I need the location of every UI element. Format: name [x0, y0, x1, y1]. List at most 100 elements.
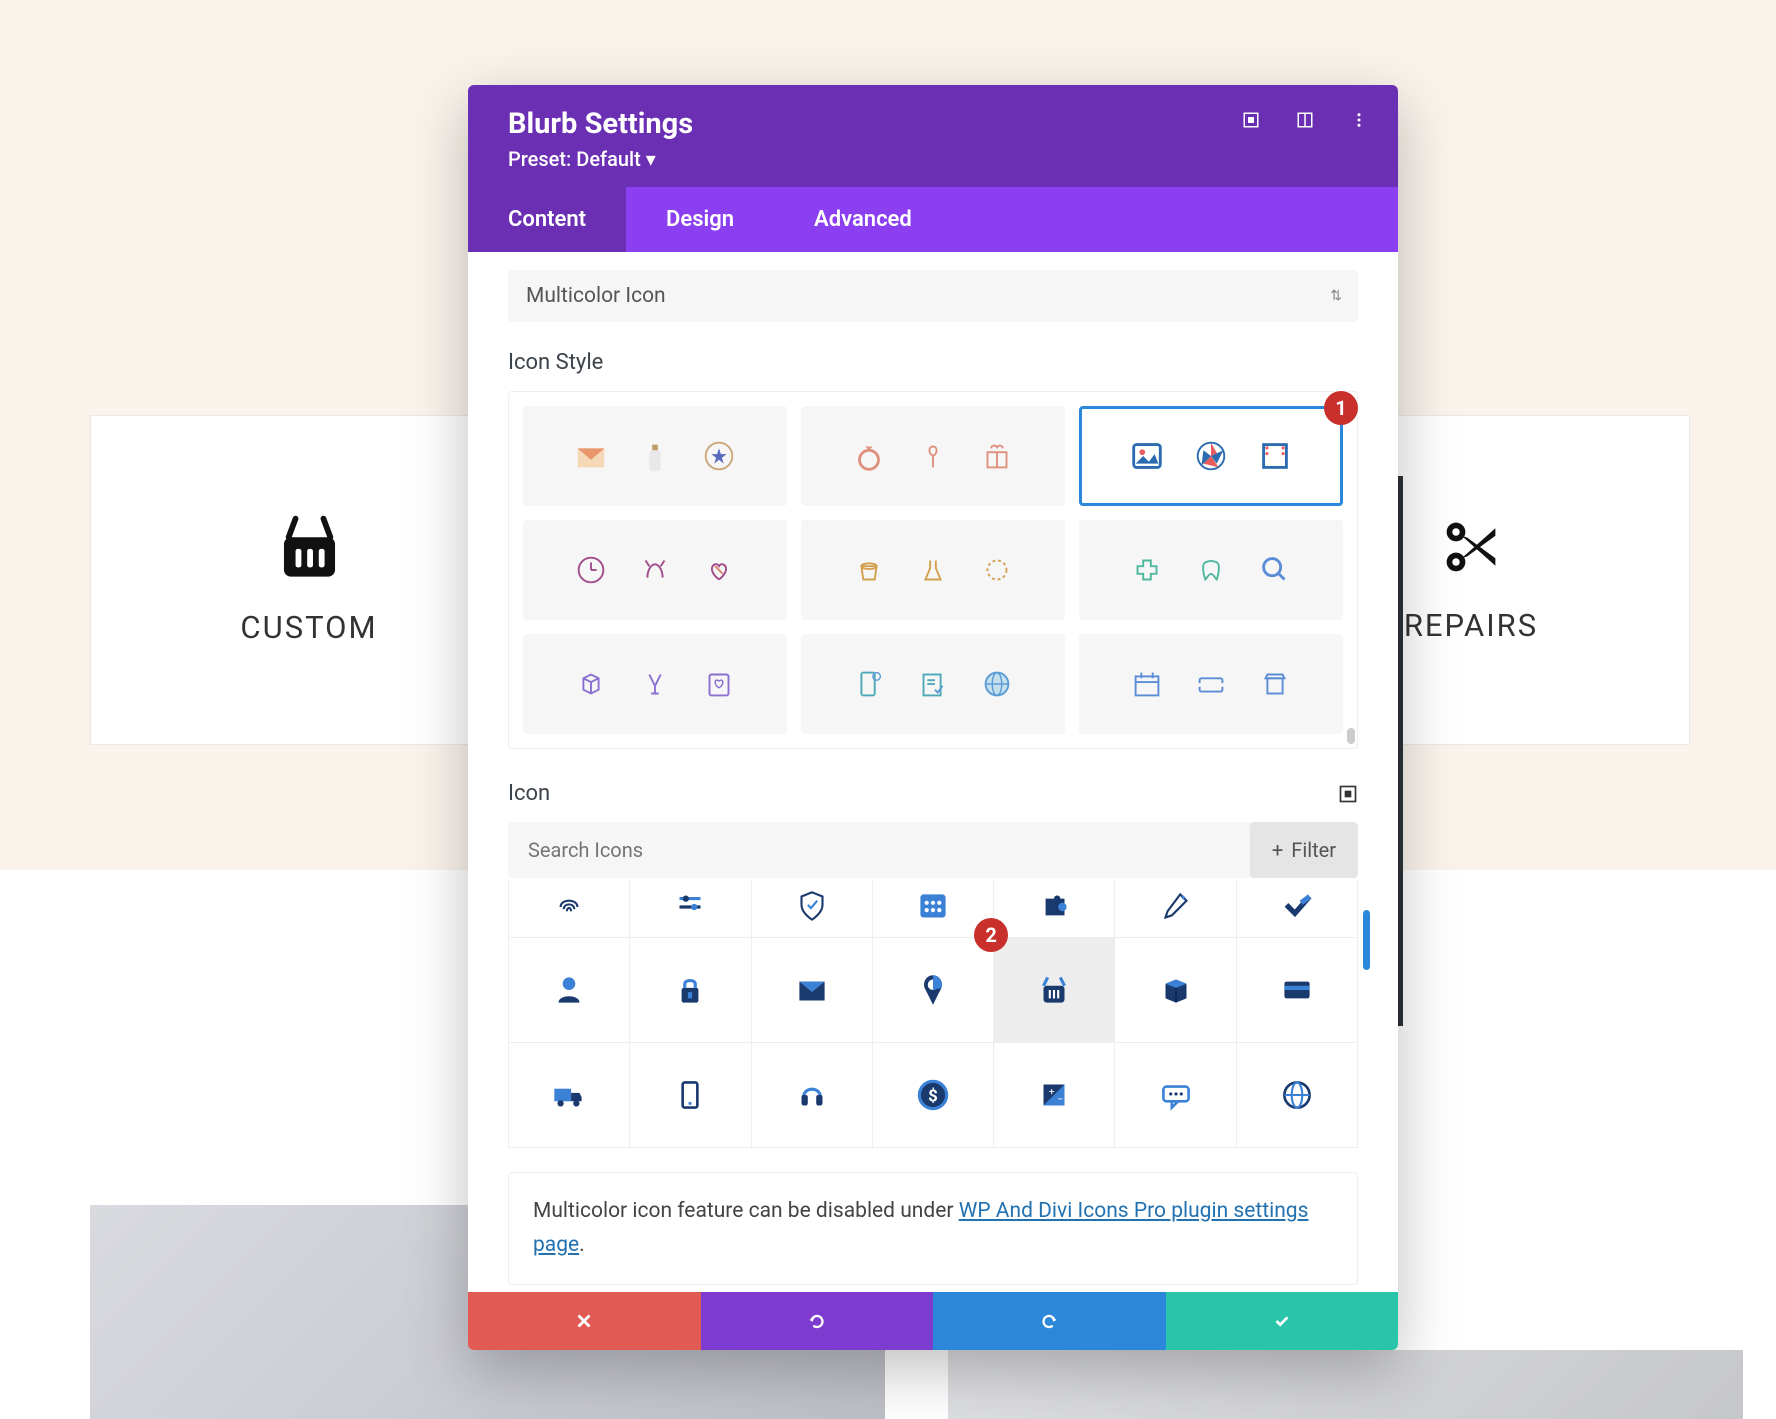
modal-header: Blurb Settings Preset: Default ▾	[468, 85, 1398, 187]
icon-option[interactable]	[994, 880, 1115, 938]
gift-icon	[978, 437, 1016, 475]
globe-icon	[978, 665, 1016, 703]
shop-icon	[1256, 665, 1294, 703]
germ-icon	[978, 551, 1016, 589]
style-option[interactable]	[1079, 634, 1343, 734]
icon-option[interactable]	[630, 938, 751, 1043]
tooth-icon	[1192, 551, 1230, 589]
icon-style-label: Icon Style	[508, 350, 1358, 375]
tab-content[interactable]: Content	[468, 187, 626, 252]
badge-2: 2	[974, 918, 1008, 952]
user-icon	[548, 969, 590, 1011]
tab-advanced[interactable]: Advanced	[774, 187, 952, 252]
credit-card-icon	[1276, 969, 1318, 1011]
image-icon	[1128, 437, 1166, 475]
dropdown-value: Multicolor Icon	[526, 284, 666, 308]
scissors-icon	[1441, 517, 1501, 577]
card-custom[interactable]: CUSTOM	[90, 415, 528, 745]
background-photo-right	[948, 1350, 1743, 1419]
pen-icon	[1155, 886, 1197, 928]
icon-option[interactable]: +−	[994, 1043, 1115, 1148]
style-option[interactable]	[801, 634, 1065, 734]
icon-option[interactable]	[509, 1043, 630, 1148]
style-option[interactable]	[801, 406, 1065, 506]
svg-text:+: +	[1049, 1085, 1055, 1098]
cancel-button[interactable]	[468, 1292, 701, 1350]
mobile-icon	[669, 1074, 711, 1116]
truck-icon	[548, 1074, 590, 1116]
flask-icon	[914, 551, 952, 589]
expand-section-icon[interactable]	[1338, 784, 1358, 804]
modal-footer	[468, 1292, 1398, 1350]
cat-icon	[636, 551, 674, 589]
tulip-icon	[914, 437, 952, 475]
icon-option[interactable]	[752, 880, 873, 938]
icon-option-selected[interactable]: 2	[994, 938, 1115, 1043]
icon-option[interactable]	[752, 1043, 873, 1148]
search-icons-input[interactable]	[508, 822, 1250, 878]
icon-option[interactable]: $	[873, 1043, 994, 1148]
style-option[interactable]	[801, 520, 1065, 620]
style-option[interactable]	[523, 406, 787, 506]
icon-option[interactable]	[1115, 938, 1236, 1043]
medical-cross-icon	[1128, 551, 1166, 589]
more-icon[interactable]	[1350, 111, 1368, 129]
album-icon	[700, 665, 738, 703]
icon-section-label: Icon	[508, 781, 1358, 806]
icon-option[interactable]	[509, 880, 630, 938]
expand-icon[interactable]	[1242, 111, 1260, 129]
save-button[interactable]	[1166, 1292, 1399, 1350]
info-text-prefix: Multicolor icon feature can be disabled …	[533, 1199, 959, 1223]
layout-icon[interactable]	[1296, 111, 1314, 129]
icon-option[interactable]	[509, 938, 630, 1043]
svg-text:−: −	[1057, 1092, 1063, 1105]
calendar-icon	[1128, 665, 1166, 703]
headset-icon	[791, 1074, 833, 1116]
icon-option[interactable]	[630, 1043, 751, 1148]
icon-label-text: Icon	[508, 781, 550, 806]
ticket-icon	[1192, 665, 1230, 703]
puzzle-icon	[1033, 886, 1075, 928]
redo-button[interactable]	[933, 1292, 1166, 1350]
calendar-dots-icon	[912, 886, 954, 928]
star-badge-icon	[700, 437, 738, 475]
style-option[interactable]	[523, 520, 787, 620]
icon-option[interactable]	[1237, 938, 1358, 1043]
preset-selector[interactable]: Preset: Default ▾	[508, 147, 1358, 171]
check-icon	[1276, 886, 1318, 928]
style-option[interactable]	[1079, 520, 1343, 620]
card-custom-label: CUSTOM	[240, 609, 377, 646]
blurb-settings-modal: Blurb Settings Preset: Default ▾ Content…	[468, 85, 1398, 1350]
style-scrollbar[interactable]	[1347, 394, 1355, 746]
style-option-selected[interactable]: 1	[1079, 406, 1343, 506]
icon-option[interactable]	[873, 938, 994, 1043]
content-panel: Multicolor Icon ⇅ Icon Style 1	[468, 252, 1398, 1292]
fingerprint-icon	[548, 886, 590, 928]
icon-type-dropdown[interactable]: Multicolor Icon ⇅	[508, 270, 1358, 322]
badge-1: 1	[1324, 391, 1358, 425]
icon-option[interactable]	[1237, 1043, 1358, 1148]
modal-title: Blurb Settings	[508, 107, 1358, 141]
cube-icon	[572, 665, 610, 703]
info-message: Multicolor icon feature can be disabled …	[508, 1172, 1358, 1285]
undo-button[interactable]	[701, 1292, 934, 1350]
lock-icon	[669, 969, 711, 1011]
svg-text:$: $	[928, 1086, 938, 1106]
sliders-icon	[669, 886, 711, 928]
filter-label: Filter	[1291, 838, 1336, 862]
card-repairs-label: REPAIRS	[1404, 607, 1538, 644]
ring-icon	[850, 437, 888, 475]
icon-option[interactable]	[752, 938, 873, 1043]
tab-design[interactable]: Design	[626, 187, 774, 252]
icon-option[interactable]	[1115, 1043, 1236, 1148]
icon-picker-grid: 2 $ +−	[508, 880, 1358, 1148]
heart-leaf-icon	[700, 551, 738, 589]
icon-option[interactable]	[1237, 880, 1358, 938]
icon-option[interactable]	[630, 880, 751, 938]
filter-button[interactable]: + Filter	[1250, 822, 1358, 878]
envelope-icon	[572, 437, 610, 475]
style-option[interactable]	[523, 634, 787, 734]
icon-grid-scrollbar[interactable]	[1363, 910, 1370, 970]
glass-icon	[636, 665, 674, 703]
icon-option[interactable]	[1115, 880, 1236, 938]
